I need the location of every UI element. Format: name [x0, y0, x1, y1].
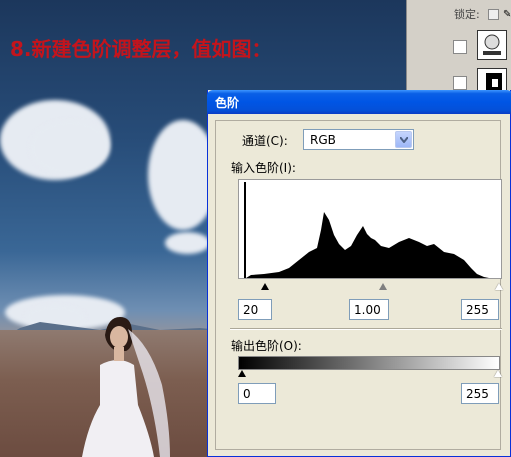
- histogram: [238, 179, 502, 279]
- channel-label: 通道(C):: [242, 134, 288, 148]
- output-white-slider[interactable]: [494, 370, 502, 377]
- cloud: [30, 120, 110, 175]
- gamma-slider[interactable]: [379, 283, 387, 290]
- layer-visibility-checkbox[interactable]: [453, 76, 467, 90]
- output-gradient-bar: [238, 356, 500, 370]
- layer-visibility-checkbox[interactable]: [453, 40, 467, 54]
- output-black-slider[interactable]: [238, 370, 246, 377]
- black-point-slider[interactable]: [261, 283, 269, 290]
- dialog-title: 色阶: [215, 96, 240, 110]
- lock-brush-icon[interactable]: ✎: [503, 9, 511, 20]
- channel-select[interactable]: RGB: [303, 129, 414, 150]
- output-black-field[interactable]: 0: [238, 383, 276, 404]
- layer-thumbnail[interactable]: [477, 30, 507, 60]
- caption-text: 8.新建色阶调整层，值如图：: [10, 37, 272, 61]
- input-levels-label: 输入色阶(I):: [231, 161, 296, 175]
- chevron-down-icon[interactable]: [395, 131, 412, 148]
- channel-value: RGB: [310, 133, 336, 147]
- titlebar[interactable]: 色阶: [207, 90, 511, 114]
- input-black-field[interactable]: 20: [238, 299, 272, 320]
- white-point-slider[interactable]: [495, 283, 503, 290]
- levels-dialog: 色阶 通道(C): RGB 输入色阶(I): 20 1.00 255 输出色阶(…: [207, 90, 511, 457]
- input-gamma-field[interactable]: 1.00: [349, 299, 389, 320]
- cloud: [165, 232, 210, 254]
- input-white-field[interactable]: 255: [461, 299, 499, 320]
- lock-label: 锁定:: [454, 8, 480, 21]
- divider: [230, 328, 502, 330]
- output-white-field[interactable]: 255: [461, 383, 499, 404]
- lock-transparency-icon[interactable]: [488, 9, 499, 20]
- levels-group: 通道(C): RGB 输入色阶(I): 20 1.00 255 输出色阶(O):…: [215, 120, 503, 450]
- output-levels-label: 输出色阶(O):: [231, 339, 302, 353]
- bride-figure: [82, 317, 170, 457]
